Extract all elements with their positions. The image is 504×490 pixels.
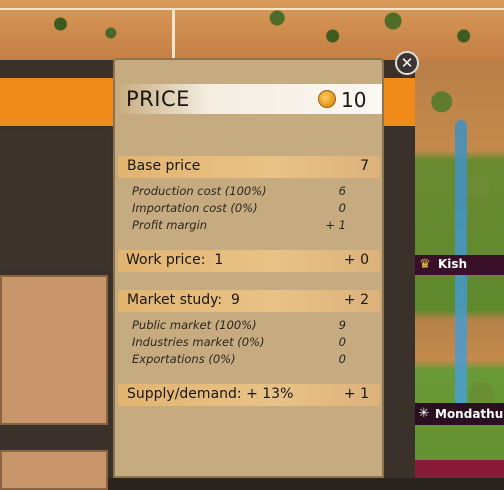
supply-demand-value: + 1 bbox=[343, 386, 369, 402]
public-market-value: 9 bbox=[338, 318, 346, 332]
supply-demand-label: Supply/demand: + 13% bbox=[127, 386, 294, 402]
market-study-value: + 2 bbox=[343, 292, 369, 308]
coin-icon bbox=[318, 90, 336, 108]
importation-cost-value: 0 bbox=[338, 201, 346, 215]
production-cost-value: 6 bbox=[338, 184, 346, 198]
importation-cost-label: Importation cost (0%) bbox=[132, 201, 258, 215]
crown-icon: ♛ bbox=[419, 257, 431, 272]
work-price-value: + 0 bbox=[343, 252, 369, 268]
tooltip-title: PRICE bbox=[126, 87, 190, 111]
exportations-label: Exportations (0%) bbox=[132, 352, 236, 366]
window-slot[interactable] bbox=[0, 450, 108, 490]
industries-market-label: Industries market (0%) bbox=[132, 335, 265, 349]
close-icon[interactable]: ✕ bbox=[395, 51, 419, 75]
profit-margin-label: Profit margin bbox=[132, 218, 208, 232]
map-tile-border bbox=[0, 8, 504, 10]
public-market-label: Public market (100%) bbox=[132, 318, 257, 332]
map-tile-border bbox=[172, 8, 175, 60]
industries-market-value: 0 bbox=[338, 335, 346, 349]
city-name-mondathun[interactable]: Mondathun bbox=[435, 407, 504, 421]
price-value: 10 bbox=[341, 88, 367, 112]
base-price-value: 7 bbox=[360, 158, 369, 174]
base-price-label: Base price bbox=[127, 158, 201, 174]
city-name-kish[interactable]: Kish bbox=[438, 257, 467, 271]
territory-strip bbox=[415, 460, 504, 478]
window-panel bbox=[0, 130, 110, 270]
work-price-label: Work price: 1 bbox=[126, 252, 224, 268]
production-cost-label: Production cost (100%) bbox=[132, 184, 267, 198]
window-slot[interactable] bbox=[0, 275, 108, 425]
star-icon: ✳ bbox=[418, 406, 430, 421]
profit-margin-value: + 1 bbox=[325, 218, 346, 232]
market-study-label: Market study: 9 bbox=[127, 292, 240, 308]
exportations-value: 0 bbox=[338, 352, 346, 366]
